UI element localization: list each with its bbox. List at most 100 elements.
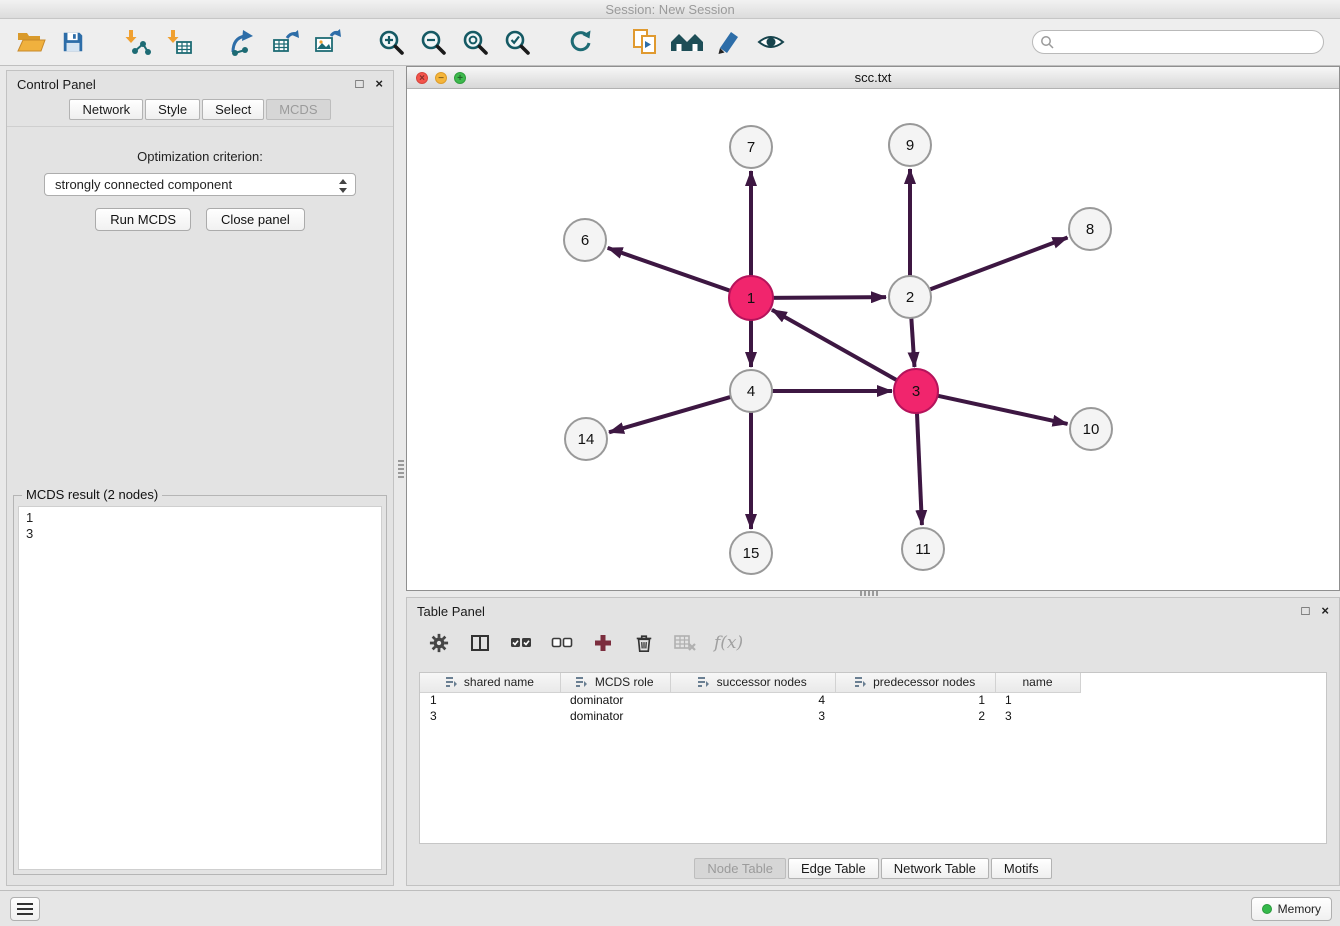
window-title: Session: New Session: [605, 2, 734, 17]
share-network-button[interactable]: [222, 22, 264, 62]
graph-node-9[interactable]: 9: [889, 124, 931, 166]
close-panel-icon[interactable]: ×: [375, 77, 383, 91]
tab-select[interactable]: Select: [202, 99, 264, 120]
column-header-shared-name[interactable]: shared name: [420, 673, 560, 692]
svg-text:7: 7: [747, 139, 755, 156]
tab-mcds[interactable]: MCDS: [266, 99, 330, 120]
column-header-icon: [855, 677, 866, 687]
graph-edge-2-3[interactable]: [911, 316, 914, 367]
network-canvas[interactable]: 7 9 6 8 1 2 4 3 14 10 15 11: [407, 89, 1339, 590]
tab-node-table[interactable]: Node Table: [694, 858, 786, 879]
import-table-button[interactable]: [158, 22, 200, 62]
refresh-view-button[interactable]: [560, 22, 602, 62]
table-cell: 2: [835, 708, 995, 724]
graph-edge-2-8[interactable]: [928, 237, 1068, 290]
graph-edge-4-14[interactable]: [609, 396, 733, 432]
gear-icon: [429, 633, 449, 653]
list-menu-icon: [17, 903, 33, 915]
graph-edge-3-1[interactable]: [772, 310, 900, 382]
svg-text:9: 9: [906, 137, 914, 154]
import-network-button[interactable]: [116, 22, 158, 62]
show-details-button[interactable]: [750, 22, 792, 62]
export-table-button[interactable]: [264, 22, 306, 62]
graph-node-8[interactable]: 8: [1069, 208, 1111, 250]
status-menu-button[interactable]: [10, 897, 40, 921]
vertical-splitter-handle[interactable]: [398, 460, 404, 480]
close-panel-button[interactable]: Close panel: [206, 208, 305, 231]
graph-node-2[interactable]: 2: [889, 276, 931, 318]
zoom-in-button[interactable]: [370, 22, 412, 62]
column-header-predecessor-nodes[interactable]: predecessor nodes: [835, 673, 995, 692]
graph-node-1[interactable]: 1: [729, 276, 773, 320]
search-icon: [1040, 35, 1054, 49]
minimize-window-icon[interactable]: −: [435, 72, 447, 84]
table-row[interactable]: 1dominator411: [420, 692, 1080, 708]
graph-edge-3-11[interactable]: [917, 410, 922, 525]
tab-network[interactable]: Network: [69, 99, 143, 120]
select-all-icon: [510, 635, 532, 651]
tab-style[interactable]: Style: [145, 99, 200, 120]
graph-node-4[interactable]: 4: [730, 370, 772, 412]
svg-text:6: 6: [581, 232, 589, 249]
tab-network-table[interactable]: Network Table: [881, 858, 989, 879]
show-columns-button[interactable]: [468, 631, 492, 655]
graph-node-6[interactable]: 6: [564, 219, 606, 261]
maximize-window-icon[interactable]: +: [454, 72, 466, 84]
function-builder-button[interactable]: f(x): [714, 631, 743, 655]
table-settings-button[interactable]: [427, 631, 451, 655]
window-titlebar[interactable]: Session: New Session: [0, 0, 1340, 19]
graph-node-3[interactable]: 3: [894, 369, 938, 413]
zoom-fit-button[interactable]: [454, 22, 496, 62]
horizontal-splitter-handle[interactable]: [860, 591, 880, 596]
unselect-all-icon: [551, 635, 573, 651]
float-table-panel-icon[interactable]: □: [1302, 604, 1310, 618]
search-input[interactable]: [1032, 30, 1324, 54]
delete-columns-button[interactable]: [632, 631, 656, 655]
close-table-panel-icon[interactable]: ×: [1321, 604, 1329, 618]
duplicate-network-icon: [631, 28, 659, 56]
graph-node-10[interactable]: 10: [1070, 408, 1112, 450]
zoom-selected-button[interactable]: [496, 22, 538, 62]
apply-style-button[interactable]: [708, 22, 750, 62]
unselect-all-columns-button[interactable]: [550, 631, 574, 655]
column-header-name[interactable]: name: [995, 673, 1080, 692]
duplicate-network-button[interactable]: [624, 22, 666, 62]
graph-node-7[interactable]: 7: [730, 126, 772, 168]
select-all-columns-button[interactable]: [509, 631, 533, 655]
zoom-out-button[interactable]: [412, 22, 454, 62]
tab-motifs[interactable]: Motifs: [991, 858, 1052, 879]
plus-icon: [593, 633, 613, 653]
memory-button[interactable]: Memory: [1251, 897, 1332, 921]
open-file-button[interactable]: [10, 22, 52, 62]
export-image-button[interactable]: [306, 22, 348, 62]
criterion-dropdown[interactable]: strongly connected component: [44, 173, 356, 196]
graph-node-15[interactable]: 15: [730, 532, 772, 574]
run-mcds-button[interactable]: Run MCDS: [95, 208, 191, 231]
close-window-icon[interactable]: ×: [416, 72, 428, 84]
table-row[interactable]: 3dominator323: [420, 708, 1080, 724]
float-panel-icon[interactable]: □: [356, 77, 364, 91]
svg-text:2: 2: [906, 289, 914, 306]
graph-node-11[interactable]: 11: [902, 528, 944, 570]
network-window-titlebar[interactable]: × − + scc.txt: [407, 67, 1339, 89]
network-view-window: × − + scc.txt 7 9 6 8 1 2 4 3 14 10 15 11: [406, 66, 1340, 591]
column-header-icon: [698, 677, 709, 687]
table-cell: 4: [670, 692, 835, 708]
column-header-successor-nodes[interactable]: successor nodes: [670, 673, 835, 692]
node-table: shared name MCDS role successor nodes pr…: [420, 673, 1081, 724]
svg-text:8: 8: [1086, 221, 1094, 238]
graph-edge-1-2[interactable]: [770, 297, 886, 298]
delete-table-button[interactable]: [673, 631, 697, 655]
column-header-mcds-role[interactable]: MCDS role: [560, 673, 670, 692]
network-window-title: scc.txt: [855, 70, 892, 85]
graph-node-14[interactable]: 14: [565, 418, 607, 460]
mcds-result-text[interactable]: 1 3: [18, 506, 382, 870]
home-button[interactable]: [666, 22, 708, 62]
graph-edge-3-10[interactable]: [935, 395, 1068, 424]
eye-icon: [757, 30, 785, 54]
tab-edge-table[interactable]: Edge Table: [788, 858, 879, 879]
main-toolbar: [0, 19, 1340, 66]
create-column-button[interactable]: [591, 631, 615, 655]
save-session-button[interactable]: [52, 22, 94, 62]
graph-edge-1-6[interactable]: [608, 248, 733, 292]
